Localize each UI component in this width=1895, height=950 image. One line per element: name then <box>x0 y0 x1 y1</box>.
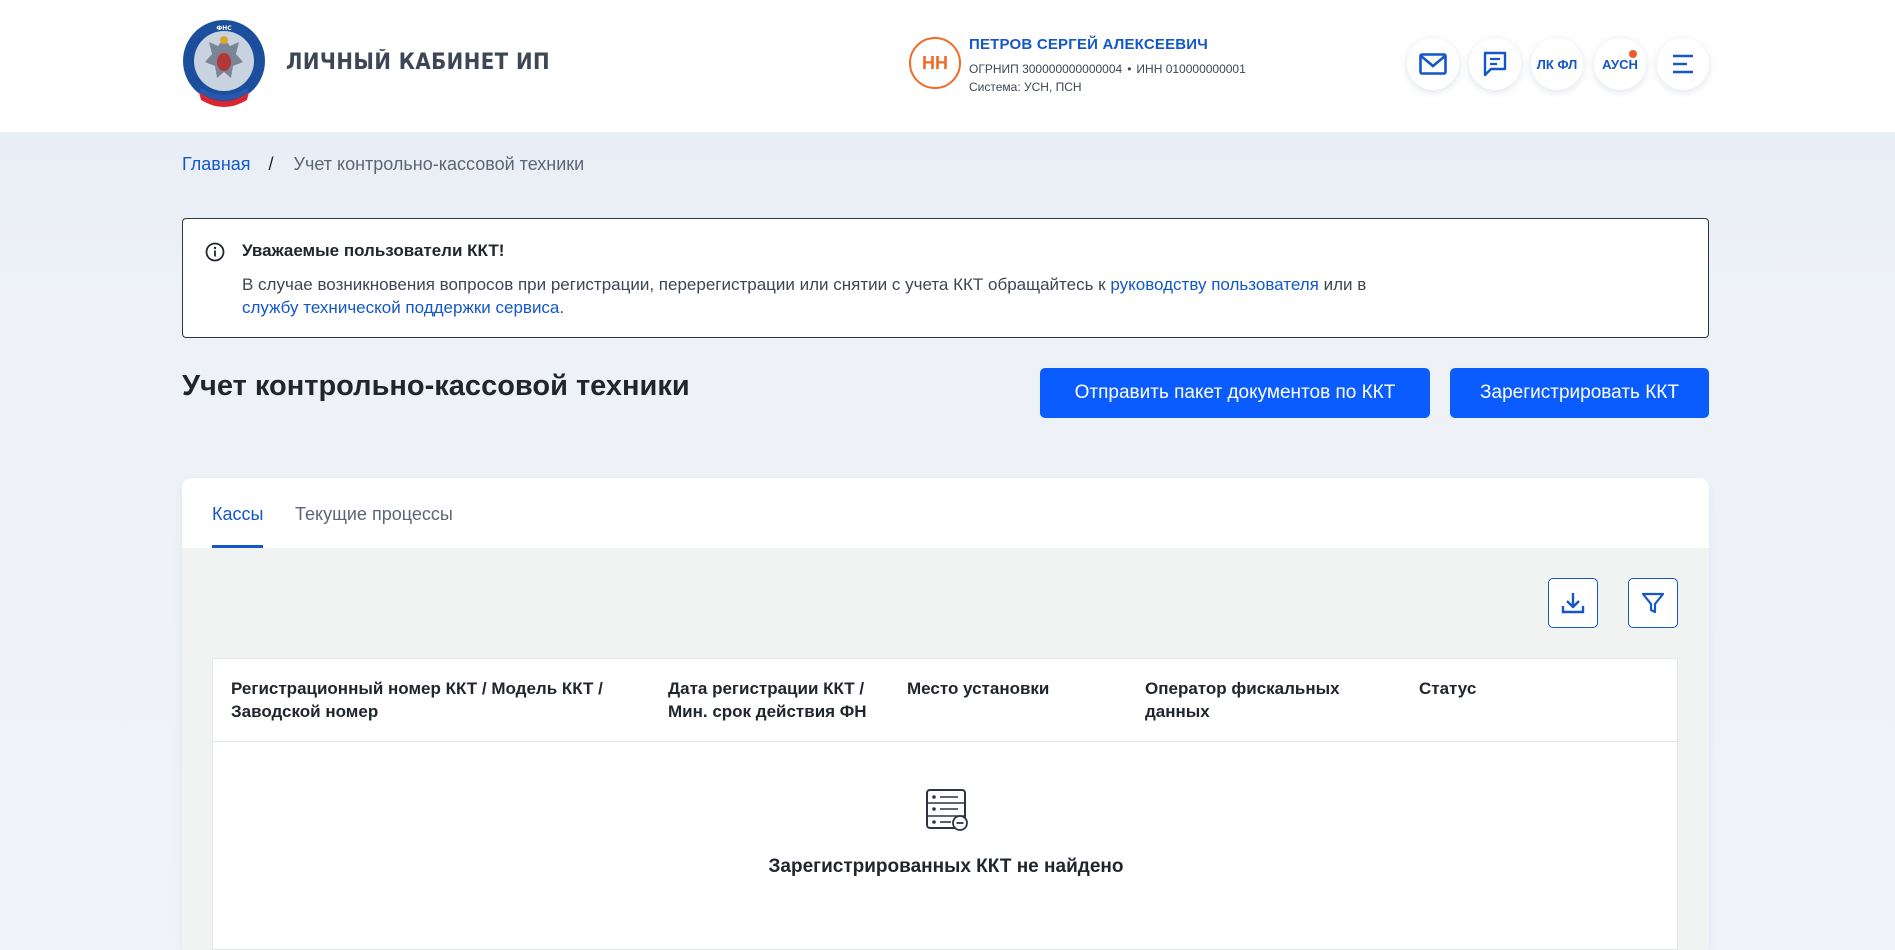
column-header-registration-date: Дата регистрации ККТ / Мин. срок действи… <box>668 679 867 721</box>
menu-button[interactable] <box>1657 38 1709 90</box>
breadcrumb-separator: / <box>268 154 274 174</box>
download-icon <box>1561 593 1585 614</box>
ausn-label: АУСН <box>1602 56 1638 72</box>
page-title: Учет контрольно-кассовой техники <box>182 370 690 402</box>
app-title: ЛИЧНЫЙ КАБИНЕТ ИП <box>286 50 551 75</box>
kkt-table: Регистрационный номер ККТ / Модель ККТ /… <box>212 658 1679 950</box>
register-kkt-button[interactable]: Зарегистрировать ККТ <box>1450 368 1709 418</box>
notice-text-before: В случае возникновения вопросов при реги… <box>242 275 1111 294</box>
filter-button[interactable] <box>1628 578 1678 628</box>
mail-icon <box>1419 53 1447 75</box>
notice-text-middle: или в <box>1318 275 1367 294</box>
column-header-ofd-operator: Оператор фискальных данных <box>1145 679 1340 721</box>
user-guide-link[interactable]: руководству пользователя <box>1110 275 1319 294</box>
support-service-link[interactable]: службу технической поддержки сервиса <box>242 298 559 317</box>
chat-button[interactable] <box>1469 38 1521 90</box>
user-ogrnip: ОГРНИП 300000000000004 <box>969 62 1123 76</box>
breadcrumb-current: Учет контрольно-кассовой техники <box>293 154 585 174</box>
breadcrumb: Главная / Учет контрольно-кассовой техни… <box>182 154 584 175</box>
download-button[interactable] <box>1548 578 1598 628</box>
menu-icon <box>1673 54 1693 74</box>
tabs-bar: Кассы Текущие процессы <box>182 478 1709 548</box>
notice-title: Уважаемые пользователи ККТ! <box>242 241 505 260</box>
mail-button[interactable] <box>1407 38 1459 90</box>
chat-icon <box>1483 51 1507 77</box>
empty-list-icon <box>926 789 968 831</box>
user-ids: ОГРНИП 300000000000004 • ИНН 010000000001 <box>969 62 1246 76</box>
column-header-status: Статус <box>1419 679 1477 698</box>
table-header: Регистрационный номер ККТ / Модель ККТ /… <box>213 659 1679 742</box>
ausn-button[interactable]: АУСН <box>1594 38 1646 90</box>
user-name[interactable]: ПЕТРОВ СЕРГЕЙ АЛЕКСЕЕВИЧ <box>969 36 1208 53</box>
notice-text: В случае возникновения вопросов при реги… <box>242 273 1522 319</box>
lk-fl-button[interactable]: ЛК ФЛ <box>1531 38 1583 90</box>
tab-current-processes[interactable]: Текущие процессы <box>295 504 453 545</box>
user-inn: ИНН 010000000001 <box>1136 62 1246 76</box>
kkt-card: Кассы Текущие процессы Регистрационный н… <box>182 478 1709 950</box>
column-header-location: Место установки <box>907 679 1050 698</box>
breadcrumb-home-link[interactable]: Главная <box>182 154 251 175</box>
svg-text:ФНС: ФНС <box>216 25 232 32</box>
empty-state-text: Зарегистрированных ККТ не найдено <box>768 856 1124 877</box>
filter-icon <box>1641 592 1665 614</box>
tab-kassy[interactable]: Кассы <box>212 504 264 548</box>
notification-dot <box>1629 50 1637 58</box>
send-documents-button[interactable]: Отправить пакет документов по ККТ <box>1040 368 1430 418</box>
fns-logo[interactable]: ФНС <box>181 18 267 108</box>
notice-text-end: . <box>559 298 565 317</box>
user-avatar[interactable]: НН <box>909 37 961 89</box>
user-tax-system: Система: УСН, ПСН <box>969 80 1082 94</box>
column-header-reg-number: Регистрационный номер ККТ / Модель ККТ /… <box>231 679 603 721</box>
info-notice: Уважаемые пользователи ККТ! В случае воз… <box>182 218 1709 338</box>
info-icon <box>205 242 225 262</box>
user-ids-separator: • <box>1127 62 1132 76</box>
lk-fl-label: ЛК ФЛ <box>1536 56 1578 72</box>
header: ФНС ЛИЧНЫЙ КАБИНЕТ ИП НН ПЕТРОВ СЕРГЕЙ А… <box>0 0 1895 132</box>
